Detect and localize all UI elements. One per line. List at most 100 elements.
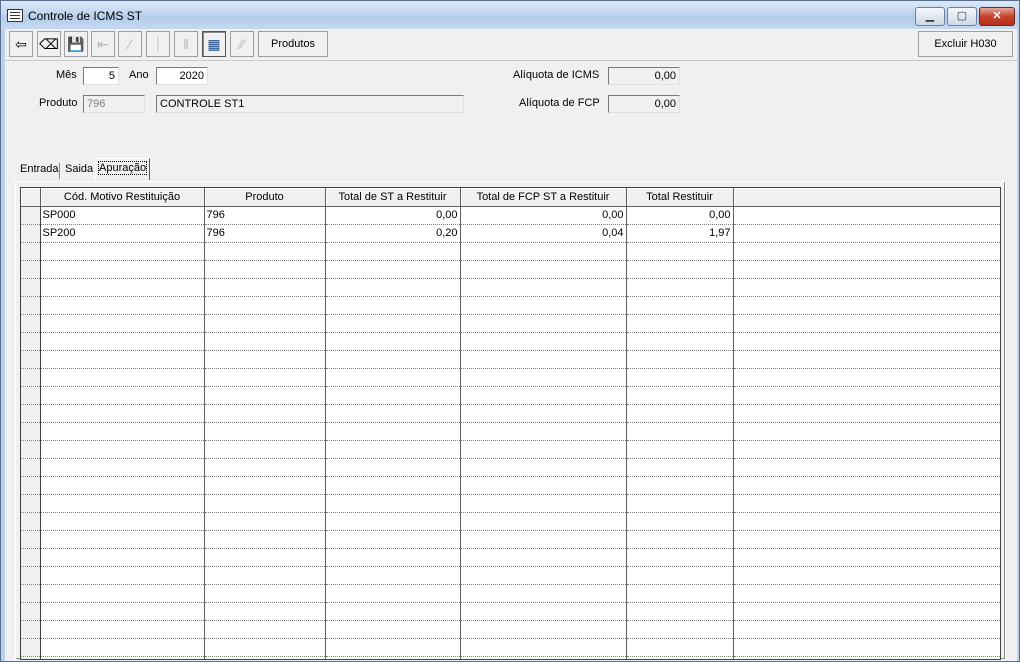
empty-table-row[interactable] <box>21 602 1000 621</box>
empty-table-row[interactable] <box>21 476 1000 495</box>
empty-cell[interactable] <box>626 566 734 585</box>
row-indicator[interactable] <box>21 368 41 387</box>
empty-cell[interactable] <box>40 242 205 261</box>
title-bar[interactable]: Controle de ICMS ST ▁ ▢ ✕ <box>1 1 1019 29</box>
empty-cell[interactable] <box>460 350 627 369</box>
aliquota-fcp-field[interactable]: 0,00 <box>608 95 680 113</box>
empty-cell[interactable] <box>325 638 461 657</box>
empty-cell[interactable] <box>204 350 326 369</box>
row-indicator[interactable] <box>21 548 41 567</box>
produto-code-field[interactable]: 796 <box>83 95 145 113</box>
empty-cell[interactable] <box>460 332 627 351</box>
empty-cell[interactable] <box>325 512 461 531</box>
empty-table-row[interactable] <box>21 494 1000 513</box>
empty-cell[interactable] <box>204 260 326 279</box>
row-indicator[interactable] <box>21 656 41 659</box>
save-icon[interactable]: 💾 <box>64 31 88 57</box>
empty-table-row[interactable] <box>21 332 1000 351</box>
empty-cell[interactable] <box>204 512 326 531</box>
empty-cell[interactable] <box>40 368 205 387</box>
cell-cod-motivo[interactable]: SP000 <box>40 206 205 225</box>
empty-cell[interactable] <box>204 566 326 585</box>
empty-cell[interactable] <box>626 332 734 351</box>
empty-cell[interactable] <box>40 350 205 369</box>
empty-cell[interactable] <box>626 368 734 387</box>
empty-cell[interactable] <box>40 548 205 567</box>
empty-cell[interactable] <box>325 242 461 261</box>
empty-cell[interactable] <box>325 332 461 351</box>
row-indicator[interactable] <box>21 494 41 513</box>
empty-cell[interactable] <box>40 512 205 531</box>
empty-table-row[interactable] <box>21 278 1000 297</box>
prev-record-icon[interactable]: ∕ <box>118 31 142 57</box>
empty-cell[interactable] <box>626 638 734 657</box>
grid-icon[interactable]: ▦ <box>202 31 226 57</box>
empty-cell[interactable] <box>40 566 205 585</box>
empty-cell[interactable] <box>40 656 205 659</box>
row-indicator[interactable] <box>21 422 41 441</box>
empty-cell[interactable] <box>626 476 734 495</box>
empty-cell[interactable] <box>204 440 326 459</box>
empty-cell[interactable] <box>204 386 326 405</box>
empty-cell[interactable] <box>460 296 627 315</box>
empty-cell[interactable] <box>325 296 461 315</box>
empty-cell[interactable] <box>40 296 205 315</box>
row-indicator[interactable] <box>21 584 41 603</box>
empty-table-row[interactable] <box>21 584 1000 603</box>
edit-disabled-icon[interactable]: ⁄⁄ <box>230 31 254 57</box>
empty-cell[interactable] <box>204 458 326 477</box>
empty-cell[interactable] <box>460 584 627 603</box>
eraser-icon[interactable]: ⌫ <box>37 31 61 57</box>
first-record-icon[interactable]: ⇤ <box>91 31 115 57</box>
row-indicator[interactable] <box>21 638 41 657</box>
empty-table-row[interactable] <box>21 548 1000 567</box>
empty-cell[interactable] <box>40 620 205 639</box>
row-indicator[interactable] <box>21 620 41 639</box>
empty-cell[interactable] <box>204 548 326 567</box>
empty-cell[interactable] <box>204 476 326 495</box>
empty-cell[interactable] <box>325 278 461 297</box>
empty-cell[interactable] <box>40 584 205 603</box>
cell-total-restituir[interactable]: 0,00 <box>626 206 734 225</box>
empty-cell[interactable] <box>626 386 734 405</box>
empty-cell[interactable] <box>325 548 461 567</box>
empty-table-row[interactable] <box>21 314 1000 333</box>
cell-total-restituir[interactable]: 1,97 <box>626 224 734 243</box>
empty-cell[interactable] <box>626 530 734 549</box>
empty-cell[interactable] <box>626 548 734 567</box>
empty-cell[interactable] <box>460 386 627 405</box>
empty-table-row[interactable] <box>21 404 1000 423</box>
empty-cell[interactable] <box>460 314 627 333</box>
empty-cell[interactable] <box>40 404 205 423</box>
tab-apuracao[interactable]: Apuração <box>95 158 151 180</box>
empty-table-row[interactable] <box>21 512 1000 531</box>
empty-cell[interactable] <box>325 656 461 659</box>
empty-cell[interactable] <box>40 278 205 297</box>
empty-table-row[interactable] <box>21 440 1000 459</box>
empty-table-row[interactable] <box>21 620 1000 639</box>
empty-cell[interactable] <box>460 422 627 441</box>
row-indicator[interactable] <box>21 260 41 279</box>
maximize-button[interactable]: ▢ <box>947 7 977 26</box>
empty-table-row[interactable] <box>21 422 1000 441</box>
empty-table-row[interactable] <box>21 566 1000 585</box>
empty-table-row[interactable] <box>21 656 1000 659</box>
empty-cell[interactable] <box>626 512 734 531</box>
empty-cell[interactable] <box>204 638 326 657</box>
empty-cell[interactable] <box>460 548 627 567</box>
empty-cell[interactable] <box>40 440 205 459</box>
row-indicator[interactable] <box>21 566 41 585</box>
empty-cell[interactable] <box>204 494 326 513</box>
col-header-cod-motivo[interactable]: Cód. Motivo Restituição <box>40 188 205 207</box>
empty-cell[interactable] <box>460 278 627 297</box>
empty-cell[interactable] <box>460 638 627 657</box>
empty-cell[interactable] <box>460 620 627 639</box>
excluir-h030-button[interactable]: Excluir H030 <box>918 31 1013 57</box>
table-row[interactable]: SP000 796 0,00 0,00 0,00 <box>21 206 1000 225</box>
row-indicator[interactable] <box>21 242 41 261</box>
empty-cell[interactable] <box>325 476 461 495</box>
row-indicator[interactable] <box>21 350 41 369</box>
empty-cell[interactable] <box>325 386 461 405</box>
empty-cell[interactable] <box>40 638 205 657</box>
row-indicator[interactable] <box>21 278 41 297</box>
